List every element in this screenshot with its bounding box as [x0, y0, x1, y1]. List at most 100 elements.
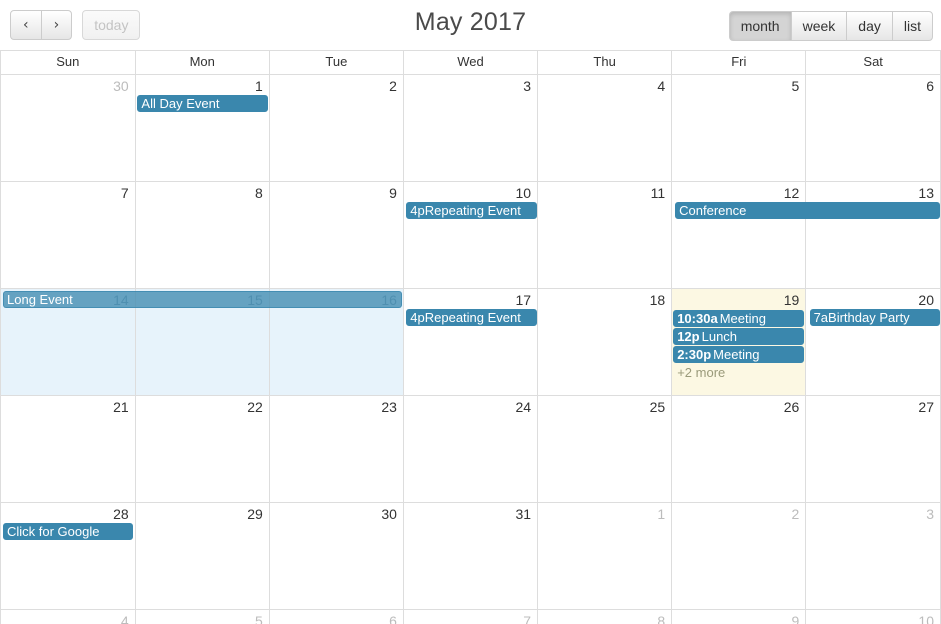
day-cell-21[interactable]: 21	[1, 394, 136, 503]
calendar-event[interactable]: 4pRepeating Event	[406, 202, 537, 219]
day-number: 9	[791, 612, 800, 624]
calendar-event[interactable]: 12p Lunch	[673, 327, 805, 345]
day-number: 4	[120, 612, 129, 624]
day-number: 30	[113, 77, 129, 94]
day-cell-24[interactable]: 24	[402, 394, 539, 503]
calendar-week-row: 7 8 9 10 11 12 13	[1, 180, 940, 289]
day-cell-31[interactable]: 31	[402, 501, 539, 610]
day-cell-28[interactable]: 28	[1, 501, 136, 610]
event-title: Conference	[679, 203, 747, 218]
event-time: 4p	[410, 310, 425, 325]
day-number: 5	[254, 612, 263, 624]
calendar-week-row: 4 5 6 7 8 9 10	[1, 608, 940, 624]
day-cell-13[interactable]: 13	[805, 180, 940, 289]
day-cell-30[interactable]: 30	[268, 501, 404, 610]
day-header-thu: Thu	[537, 51, 673, 75]
day-number: 22	[247, 398, 263, 415]
calendar-week-row: 21 22 23 24 25 26 27	[1, 394, 940, 503]
day-cell-3[interactable]: 3	[402, 73, 539, 182]
day-number: 19	[783, 291, 800, 308]
day-cell-20[interactable]: 20	[805, 287, 940, 396]
day-cell-8[interactable]: 8	[134, 180, 270, 289]
day-cell-19[interactable]: 19 10:30a Meeting 12p Lunch 2:30p Meeting +2 mo…	[671, 287, 807, 396]
day-number: 17	[515, 291, 532, 308]
day-cell-30[interactable]: 30	[1, 73, 136, 182]
event-title: Birthday Party	[828, 310, 910, 325]
chevron-right-icon: ›	[53, 17, 60, 33]
today-button[interactable]: today	[82, 10, 141, 40]
day-header-wed: Wed	[402, 51, 539, 75]
calendar-week-row: 30 1 2 3 4 5 6	[1, 73, 940, 182]
prev-month-button[interactable]: ‹	[10, 10, 42, 40]
day-header-fri: Fri	[671, 51, 807, 75]
day-cell-4[interactable]: 4	[537, 73, 673, 182]
day-cell-1[interactable]: 1	[537, 501, 673, 610]
day-header-sun: Sun	[1, 51, 136, 75]
day-cell-26[interactable]: 26	[671, 394, 807, 503]
view-button-week[interactable]: week	[790, 11, 848, 41]
day-cell-2[interactable]: 2	[671, 501, 807, 610]
day-number: 11	[650, 184, 666, 201]
calendar-event[interactable]: 10:30a Meeting	[673, 309, 805, 327]
view-button-month[interactable]: month	[728, 11, 792, 41]
next-month-button[interactable]: ›	[40, 10, 73, 40]
day-number: 4	[657, 77, 666, 94]
day-number: 6	[926, 77, 934, 94]
day-cell-3[interactable]: 3	[805, 501, 940, 610]
day-cell-11[interactable]: 11	[537, 180, 673, 289]
calendar-event[interactable]: 2:30p Meeting	[673, 345, 805, 363]
day-cell-17[interactable]: 17	[402, 287, 539, 396]
view-button-list[interactable]: list	[891, 11, 933, 41]
day-cell-12[interactable]: 12	[671, 180, 807, 289]
day-number: 1	[657, 505, 666, 522]
day-cell-7[interactable]: 7	[1, 180, 136, 289]
day-number: 3	[523, 77, 532, 94]
day-number: 7	[120, 184, 129, 201]
day-cell-10[interactable]: 10	[402, 180, 539, 289]
day-number: 26	[783, 398, 800, 415]
toolbar-right-group: month week day list	[728, 11, 933, 41]
day-number: 28	[113, 505, 129, 522]
calendar-event[interactable]: 7aBirthday Party	[809, 309, 940, 326]
calendar-event[interactable]: Click for Google	[3, 523, 134, 540]
calendar-event[interactable]: Long Event	[3, 291, 403, 308]
event-time: 10:30a	[677, 310, 718, 326]
day-cell-8[interactable]: 8	[537, 608, 673, 624]
event-title: Click for Google	[7, 524, 100, 539]
calendar-grid-container: Sun Mon Tue Wed Thu Fri Sat 30 1 2 3 4 5 6 7 8 9 10 11 12 1…	[0, 50, 941, 624]
day-cell-29[interactable]: 29	[134, 501, 270, 610]
day-cell-9[interactable]: 9	[268, 180, 404, 289]
day-cell-6[interactable]: 6	[268, 608, 404, 624]
day-cell-18[interactable]: 18	[537, 287, 673, 396]
calendar-event[interactable]: 4pRepeating Event	[406, 309, 537, 326]
calendar-month-view: ‹ › today May 2017 month week day list Sun M…	[0, 0, 941, 624]
day-number: 5	[791, 77, 800, 94]
day-cell-25[interactable]: 25	[537, 394, 673, 503]
day-number: 29	[247, 505, 263, 522]
day-events: 10:30a Meeting 12p Lunch 2:30p Meeting +2 more	[672, 309, 805, 381]
day-cell-27[interactable]: 27	[805, 394, 940, 503]
day-cell-22[interactable]: 22	[134, 394, 270, 503]
calendar-event[interactable]: Conference	[675, 202, 940, 219]
day-cell-9[interactable]: 9	[671, 608, 807, 624]
day-number: 27	[918, 398, 934, 415]
event-time: 12p	[677, 328, 700, 344]
day-cell-2[interactable]: 2	[268, 73, 404, 182]
view-button-day[interactable]: day	[846, 11, 893, 41]
event-title: Repeating Event	[424, 310, 521, 325]
day-header-mon: Mon	[134, 51, 270, 75]
event-title: Meeting	[719, 310, 766, 326]
day-cell-6[interactable]: 6	[805, 73, 940, 182]
more-events-link[interactable]: +2 more	[673, 365, 725, 380]
day-cell-4[interactable]: 4	[1, 608, 136, 624]
day-cell-5[interactable]: 5	[671, 73, 807, 182]
day-header-tue: Tue	[268, 51, 404, 75]
event-time: 2:30p	[677, 346, 712, 362]
calendar-event[interactable]: All Day Event	[137, 95, 268, 112]
day-cell-1[interactable]: 1	[134, 73, 270, 182]
event-title: All Day Event	[141, 96, 220, 111]
day-cell-10[interactable]: 10	[805, 608, 940, 624]
day-cell-7[interactable]: 7	[402, 608, 539, 624]
day-cell-5[interactable]: 5	[134, 608, 270, 624]
day-cell-23[interactable]: 23	[268, 394, 404, 503]
